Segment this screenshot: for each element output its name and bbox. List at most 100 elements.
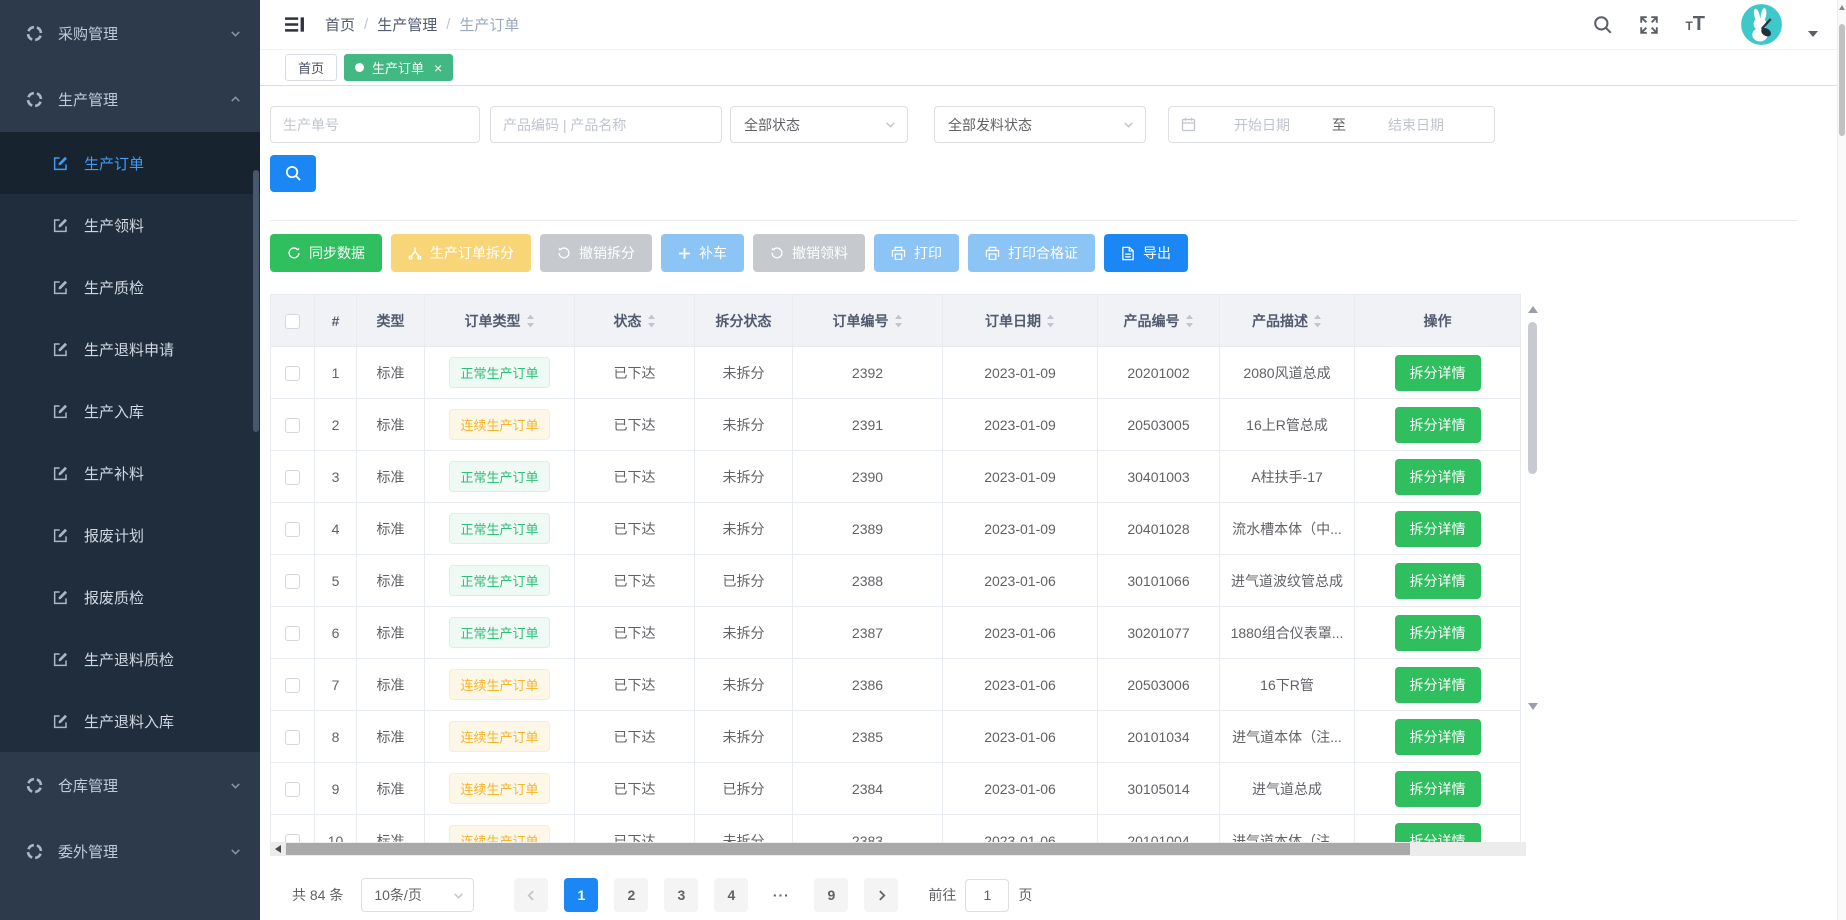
split-detail-button[interactable]: 拆分详情 (1395, 667, 1481, 703)
sort-icon[interactable] (1185, 314, 1194, 328)
date-range-picker[interactable]: 开始日期 至 结束日期 (1168, 106, 1495, 143)
sidebar-item-production-replenish[interactable]: 生产补料 (0, 442, 260, 504)
page-button-1[interactable]: 1 (564, 878, 598, 912)
column-header-product_desc[interactable]: 产品描述 (1220, 295, 1355, 347)
search-icon[interactable] (1593, 15, 1613, 35)
next-page-button[interactable] (864, 878, 898, 912)
sort-icon[interactable] (1046, 314, 1055, 328)
edit-icon (52, 465, 69, 482)
sidebar-item-production-inbound[interactable]: 生产入库 (0, 380, 260, 442)
sidebar-section-outsourcing-mgmt[interactable]: 委外管理 (0, 818, 260, 884)
prev-page-button[interactable] (514, 878, 548, 912)
sidebar-item-scrap-qc[interactable]: 报废质检 (0, 566, 260, 628)
print-certificate-button[interactable]: 打印合格证 (968, 234, 1095, 272)
sidebar-section-purchase-mgmt[interactable]: 采购管理 (0, 0, 260, 66)
status-select[interactable]: 全部状态 (730, 106, 908, 143)
sidebar-item-scrap-plan[interactable]: 报废计划 (0, 504, 260, 566)
scroll-left-arrow-icon[interactable] (275, 845, 281, 853)
sort-icon[interactable] (647, 314, 656, 328)
sort-icon[interactable] (526, 314, 535, 328)
breadcrumb-item[interactable]: 首页 (325, 14, 355, 35)
order-no-input[interactable] (270, 106, 480, 143)
sidebar-item-production-return-request[interactable]: 生产退料申请 (0, 318, 260, 380)
undo-icon (770, 246, 784, 260)
sidebar-section-warehouse-mgmt[interactable]: 仓库管理 (0, 752, 260, 818)
page-button-3[interactable]: 3 (664, 878, 698, 912)
sidebar-item-production-qc[interactable]: 生产质检 (0, 256, 260, 318)
scroll-down-arrow-icon[interactable] (1528, 703, 1538, 710)
page-button-9[interactable]: 9 (814, 878, 848, 912)
column-header-order_date[interactable]: 订单日期 (943, 295, 1098, 347)
split-detail-button[interactable]: 拆分详情 (1395, 355, 1481, 391)
sort-icon[interactable] (894, 314, 903, 328)
row-checkbox[interactable] (285, 678, 300, 693)
row-checkbox[interactable] (285, 470, 300, 485)
page-size-select[interactable]: 10条/页 (361, 878, 474, 912)
breadcrumb-item[interactable]: 生产管理 (377, 14, 437, 35)
split-detail-button[interactable]: 拆分详情 (1395, 407, 1481, 443)
row-checkbox[interactable] (285, 834, 300, 842)
row-checkbox[interactable] (285, 418, 300, 433)
split-detail-button[interactable]: 拆分详情 (1395, 771, 1481, 807)
sidebar-item-production-return-inbound[interactable]: 生产退料入库 (0, 690, 260, 752)
split-detail-button[interactable]: 拆分详情 (1395, 615, 1481, 651)
window-scrollbar[interactable] (1837, 0, 1846, 920)
product-search-input[interactable] (490, 106, 722, 143)
tab-home[interactable]: 首页 (285, 54, 337, 81)
edit-icon (52, 403, 69, 420)
breadcrumb-item[interactable]: 生产订单 (459, 14, 519, 35)
vertical-scrollbar-thumb[interactable] (1528, 322, 1537, 474)
sidebar-item-production-order[interactable]: 生产订单 (0, 132, 260, 194)
sidebar-item-production-picking[interactable]: 生产领料 (0, 194, 260, 256)
page-button-2[interactable]: 2 (614, 878, 648, 912)
issue-status-select[interactable]: 全部发料状态 (934, 106, 1146, 143)
split-detail-button[interactable]: 拆分详情 (1395, 719, 1481, 755)
undo-picking-button[interactable]: 撤销领料 (753, 234, 865, 272)
tab-production-order[interactable]: 生产订单× (344, 54, 453, 81)
table-horizontal-scrollbar[interactable] (270, 842, 1526, 856)
sync-data-button[interactable]: 同步数据 (270, 234, 382, 272)
row-checkbox[interactable] (285, 626, 300, 641)
fullscreen-icon[interactable] (1639, 15, 1659, 35)
close-icon[interactable]: × (434, 61, 442, 75)
scroll-up-arrow-icon[interactable] (1528, 306, 1538, 313)
window-scrollbar-thumb[interactable] (1839, 24, 1845, 136)
sort-icon[interactable] (1313, 314, 1322, 328)
column-header-order_no[interactable]: 订单编号 (793, 295, 943, 347)
split-detail-button[interactable]: 拆分详情 (1395, 823, 1481, 843)
select-all-checkbox[interactable] (285, 314, 300, 329)
row-checkbox[interactable] (285, 730, 300, 745)
collapse-menu-icon[interactable] (284, 14, 305, 35)
add-vehicle-button[interactable]: 补车 (661, 234, 744, 272)
page-button-4[interactable]: 4 (714, 878, 748, 912)
split-detail-button[interactable]: 拆分详情 (1395, 511, 1481, 547)
avatar-dropdown-caret[interactable] (1808, 31, 1818, 37)
print-button[interactable]: 打印 (874, 234, 959, 272)
split-detail-button[interactable]: 拆分详情 (1395, 563, 1481, 599)
row-checkbox[interactable] (285, 366, 300, 381)
row-checkbox[interactable] (285, 522, 300, 537)
sidebar-section-production-mgmt[interactable]: 生产管理 (0, 66, 260, 132)
page-ellipsis[interactable]: ··· (764, 878, 798, 912)
cell-order-no: 2383 (793, 815, 943, 843)
orders-table: #类型订单类型状态拆分状态订单编号订单日期产品编号产品描述操作 1 标准 正常生… (270, 294, 1521, 842)
undo-split-button[interactable]: 撤销拆分 (540, 234, 652, 272)
sidebar-item-production-return-qc[interactable]: 生产退料质检 (0, 628, 260, 690)
table-row: 8 标准 连续生产订单 已下达 未拆分 2385 2023-01-06 2010… (271, 711, 1521, 763)
split-detail-button[interactable]: 拆分详情 (1395, 459, 1481, 495)
export-button[interactable]: 导出 (1104, 234, 1188, 272)
horizontal-scrollbar-thumb[interactable] (286, 843, 1410, 855)
column-header-status[interactable]: 状态 (575, 295, 695, 347)
search-button[interactable] (270, 155, 316, 192)
scroll-up-arrow-icon[interactable] (1839, 5, 1845, 10)
sidebar-scrollbar-thumb[interactable] (253, 170, 259, 432)
goto-page-input[interactable] (965, 879, 1009, 912)
table-vertical-scrollbar[interactable] (1526, 306, 1539, 710)
row-checkbox[interactable] (285, 574, 300, 589)
column-header-order_type[interactable]: 订单类型 (425, 295, 575, 347)
avatar[interactable] (1741, 4, 1782, 45)
order-split-button[interactable]: 生产订单拆分 (391, 234, 531, 272)
row-checkbox[interactable] (285, 782, 300, 797)
font-size-icon[interactable]: TT (1685, 13, 1705, 36)
column-header-product_code[interactable]: 产品编号 (1098, 295, 1220, 347)
